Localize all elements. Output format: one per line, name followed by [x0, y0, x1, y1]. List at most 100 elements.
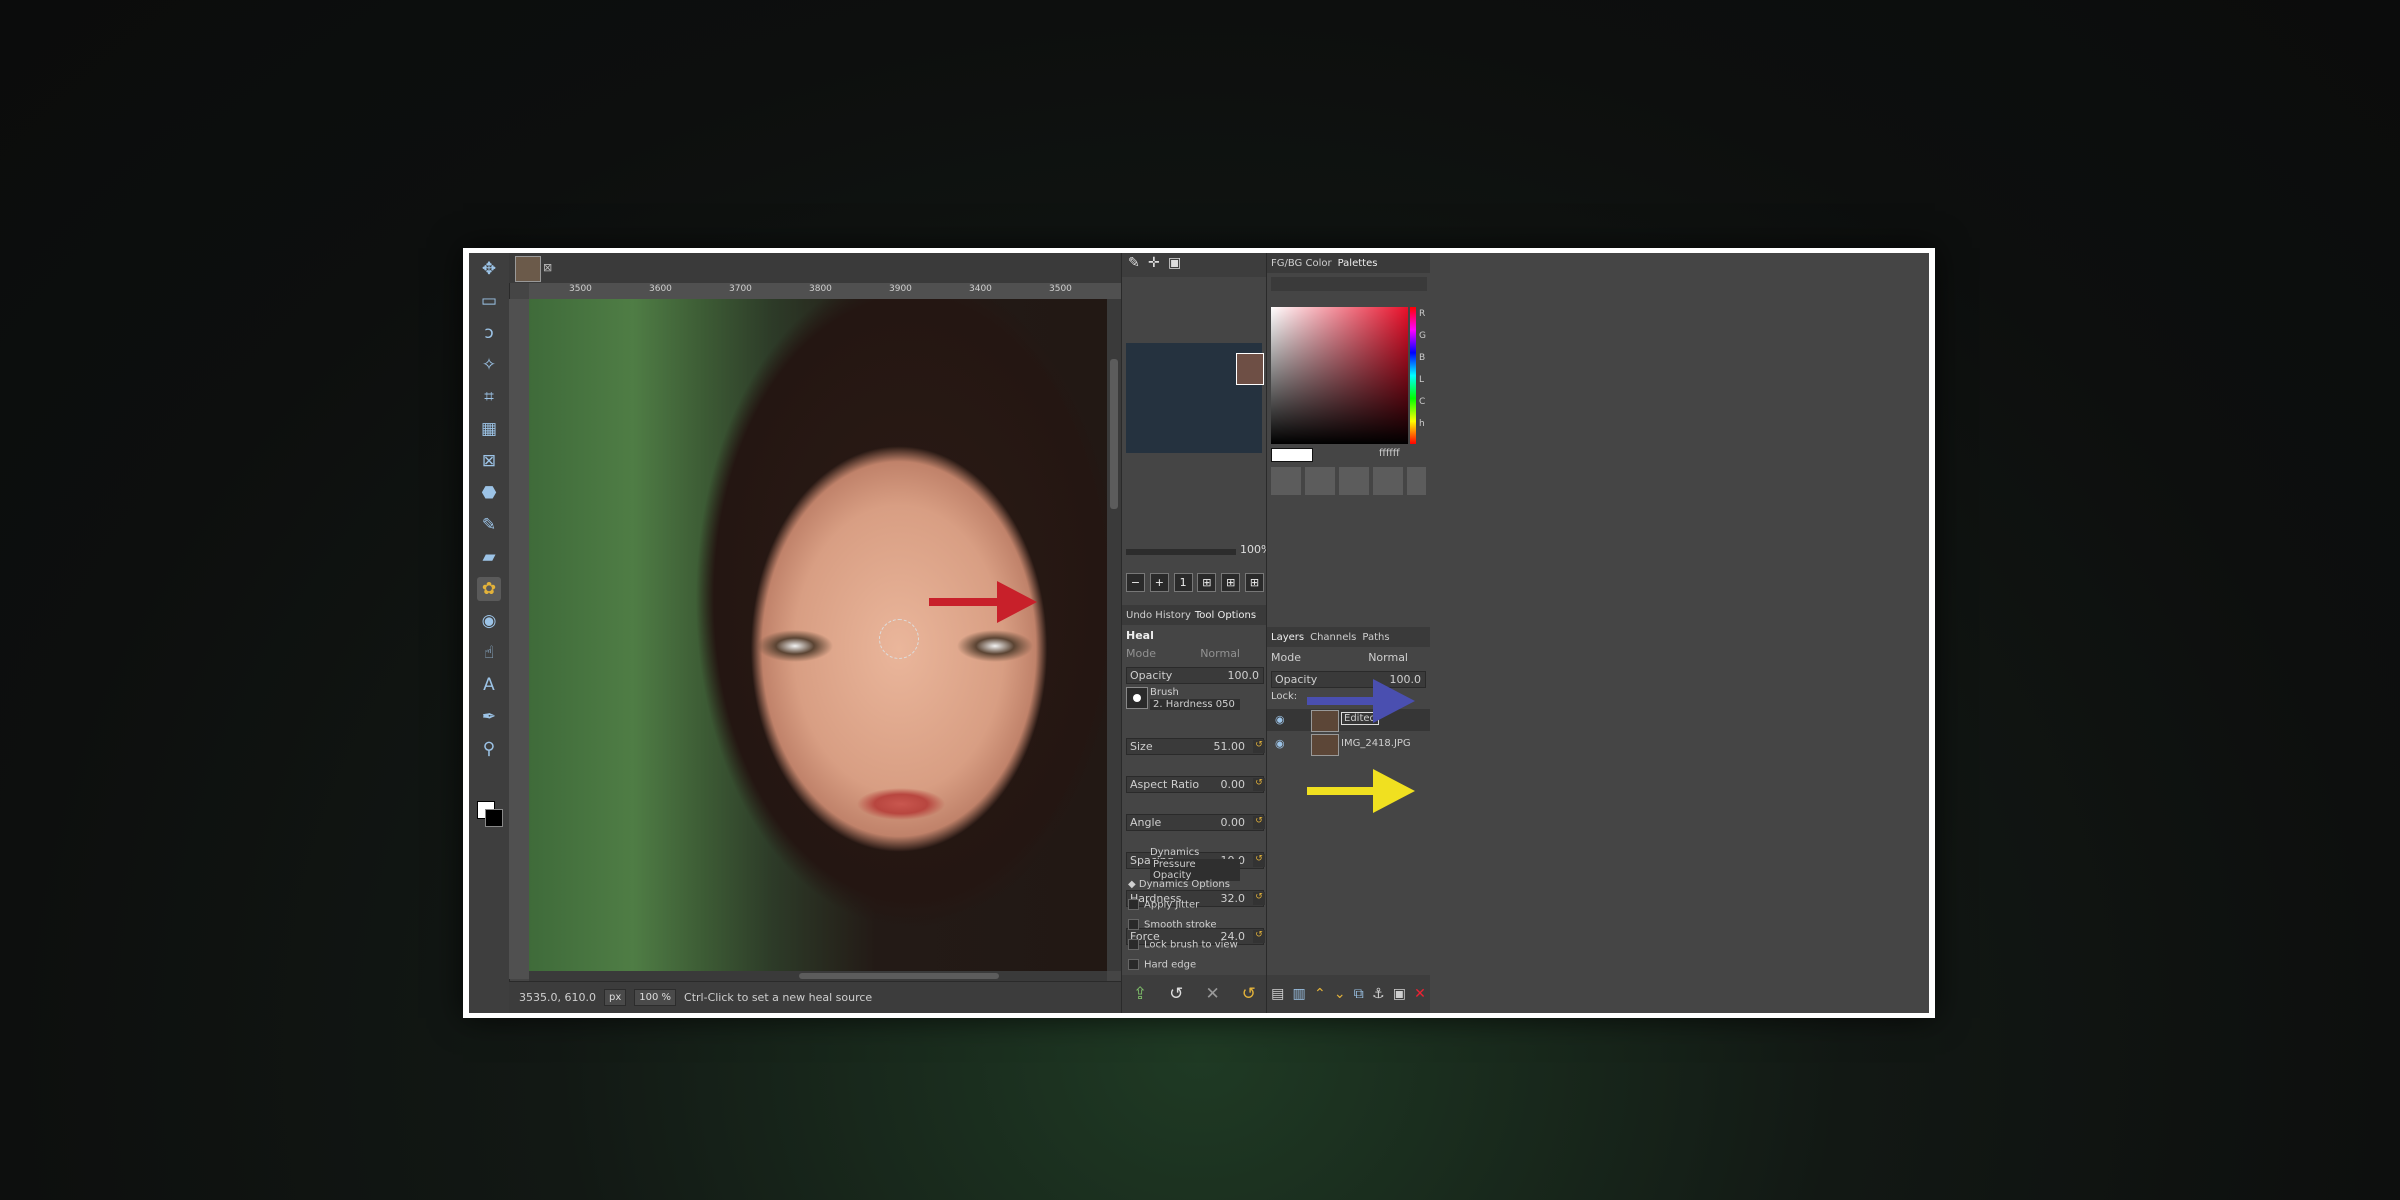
- background-color-swatch[interactable]: [485, 809, 503, 827]
- dynamics-options-expander[interactable]: ◆ Dynamics Options: [1128, 879, 1230, 890]
- tab-channels[interactable]: Channels: [1310, 632, 1356, 643]
- channel-c[interactable]: C: [1419, 397, 1425, 407]
- channel-r[interactable]: R: [1419, 309, 1425, 319]
- brush-preview[interactable]: [1126, 687, 1148, 709]
- hue-strip[interactable]: [1410, 307, 1416, 444]
- reset-icon[interactable]: ↺: [1253, 930, 1265, 943]
- hard-edge-checkbox[interactable]: Hard edge: [1128, 959, 1196, 971]
- tab-fg-bg-color[interactable]: FG/BG Color: [1271, 258, 1332, 269]
- hex-field[interactable]: ffffff: [1379, 448, 1400, 459]
- reset-icon[interactable]: ↺: [1253, 892, 1265, 905]
- fg-swatch[interactable]: [1271, 448, 1313, 462]
- reset-icon[interactable]: ↺: [1253, 740, 1265, 753]
- apply-jitter-checkbox[interactable]: Apply Jitter: [1128, 899, 1199, 911]
- fit-window-button[interactable]: ⊞: [1221, 573, 1241, 592]
- mode-row[interactable]: Mode Normal: [1126, 647, 1264, 664]
- clone-icon[interactable]: ◉: [477, 609, 501, 633]
- channel-l[interactable]: L: [1419, 375, 1424, 385]
- layer-mode-row[interactable]: Mode Normal: [1271, 651, 1426, 668]
- close-icon[interactable]: ⊠: [543, 261, 552, 274]
- tab-palettes[interactable]: Palettes: [1338, 258, 1378, 269]
- reset-icon[interactable]: ↺: [1253, 778, 1265, 791]
- layer-row[interactable]: ◉ IMG_2418.JPG: [1267, 733, 1430, 756]
- layer-name[interactable]: IMG_2418.JPG: [1341, 738, 1411, 749]
- eye-icon[interactable]: ◉: [1275, 737, 1285, 750]
- image-canvas[interactable]: [529, 299, 1107, 971]
- smooth-stroke-label: Smooth stroke: [1144, 919, 1217, 931]
- canvas-horizontal-scrollbar[interactable]: [529, 971, 1107, 981]
- lasso-icon[interactable]: ↄ: [477, 321, 501, 345]
- navigation-viewport[interactable]: [1236, 353, 1264, 385]
- lock-brush-checkbox[interactable]: Lock brush to view: [1128, 939, 1238, 951]
- path-icon[interactable]: ✒: [477, 705, 501, 729]
- options-tab-bar: Undo History Tool Options: [1122, 605, 1267, 625]
- save-options-icon[interactable]: ⇪: [1133, 984, 1147, 1004]
- tab-layers[interactable]: Layers: [1271, 632, 1304, 643]
- shrink-wrap-button[interactable]: ⊞: [1244, 573, 1264, 592]
- zoom-in-button[interactable]: +: [1149, 573, 1169, 592]
- duplicate-layer-icon[interactable]: ⧉: [1354, 986, 1364, 1002]
- channel-h[interactable]: h: [1419, 419, 1425, 429]
- perspective-icon[interactable]: ⊠: [477, 449, 501, 473]
- tab-tool-options[interactable]: Tool Options: [1195, 610, 1256, 621]
- reset-icon[interactable]: ↺: [1242, 984, 1256, 1004]
- reset-icon[interactable]: ↺: [1253, 854, 1265, 867]
- pointer-icon[interactable]: ✛: [1148, 255, 1160, 271]
- hardness-value: 32.0: [1220, 892, 1246, 905]
- reset-icon[interactable]: ↺: [1253, 816, 1265, 829]
- move-icon[interactable]: ✥: [477, 257, 501, 281]
- navigation-preview[interactable]: [1126, 343, 1264, 453]
- smudge-icon[interactable]: ☝: [477, 641, 501, 665]
- zoom-out-button[interactable]: −: [1126, 573, 1145, 592]
- color-gradient-picker[interactable]: [1271, 307, 1408, 444]
- red-arrow-annotation: [929, 581, 1037, 623]
- eye-icon[interactable]: ◉: [1275, 713, 1285, 726]
- smooth-stroke-checkbox[interactable]: Smooth stroke: [1128, 919, 1217, 931]
- anchor-layer-icon[interactable]: ⚓: [1372, 986, 1385, 1002]
- color-history[interactable]: [1271, 467, 1426, 495]
- mode-select[interactable]: Normal: [1200, 647, 1240, 660]
- apply-jitter-label: Apply Jitter: [1144, 899, 1200, 911]
- new-group-icon[interactable]: ▥: [1293, 986, 1306, 1002]
- zoom-icon[interactable]: ⚲: [477, 737, 501, 761]
- zoom-select[interactable]: 100 %: [634, 989, 677, 1006]
- restore-icon[interactable]: ↺: [1169, 984, 1183, 1004]
- image-tab-thumbnail[interactable]: [515, 256, 541, 282]
- delete-icon[interactable]: ✕: [1206, 984, 1220, 1004]
- channel-b[interactable]: B: [1419, 353, 1425, 363]
- brushes-icon[interactable]: ✎: [1128, 255, 1140, 271]
- lower-layer-icon[interactable]: ⌄: [1334, 986, 1346, 1002]
- align-icon[interactable]: ▦: [477, 417, 501, 441]
- crop-icon[interactable]: ⌗: [477, 385, 501, 409]
- paintbrush-icon[interactable]: ✎: [477, 513, 501, 537]
- size-slider[interactable]: Size 51.00 ↺: [1126, 738, 1265, 755]
- rect-select-icon[interactable]: ▭: [477, 289, 501, 313]
- zoom-1to1-button[interactable]: 1: [1173, 573, 1193, 592]
- navigation-zoom-slider[interactable]: [1126, 549, 1236, 555]
- dynamics-field[interactable]: Pressure Opacity: [1150, 859, 1240, 881]
- channel-g[interactable]: G: [1419, 331, 1426, 341]
- eraser-icon[interactable]: ▰: [477, 545, 501, 569]
- pointer-coordinates: 3535.0, 610.0: [519, 991, 596, 1004]
- delete-layer-icon[interactable]: ✕: [1414, 986, 1426, 1002]
- color-selector-tabs[interactable]: [1271, 277, 1427, 291]
- layer-mode-select[interactable]: Normal: [1368, 651, 1408, 664]
- mask-icon[interactable]: ▣: [1393, 986, 1406, 1002]
- raise-layer-icon[interactable]: ⌃: [1314, 986, 1326, 1002]
- bucket-fill-icon[interactable]: ⬣: [477, 481, 501, 505]
- tool-options-bottom-bar: ⇪ ↺ ✕ ↺: [1122, 975, 1267, 1013]
- heal-icon[interactable]: ✿: [477, 577, 501, 601]
- new-layer-icon[interactable]: ▤: [1271, 986, 1284, 1002]
- fit-image-button[interactable]: ⊞: [1197, 573, 1217, 592]
- tab-paths[interactable]: Paths: [1362, 632, 1389, 643]
- opacity-slider[interactable]: Opacity 100.0: [1126, 667, 1264, 684]
- aspect-ratio-slider[interactable]: Aspect Ratio 0.00 ↺: [1126, 776, 1265, 793]
- brush-name-field[interactable]: 2. Hardness 050: [1150, 699, 1240, 710]
- navigation-icon[interactable]: ▣: [1168, 255, 1181, 271]
- text-icon[interactable]: A: [477, 673, 501, 697]
- canvas-vertical-scrollbar[interactable]: [1107, 299, 1121, 971]
- angle-slider[interactable]: Angle 0.00 ↺: [1126, 814, 1265, 831]
- fuzzy-select-icon[interactable]: ✧: [477, 353, 501, 377]
- tab-undo-history[interactable]: Undo History: [1126, 610, 1191, 621]
- unit-select[interactable]: px: [603, 989, 627, 1006]
